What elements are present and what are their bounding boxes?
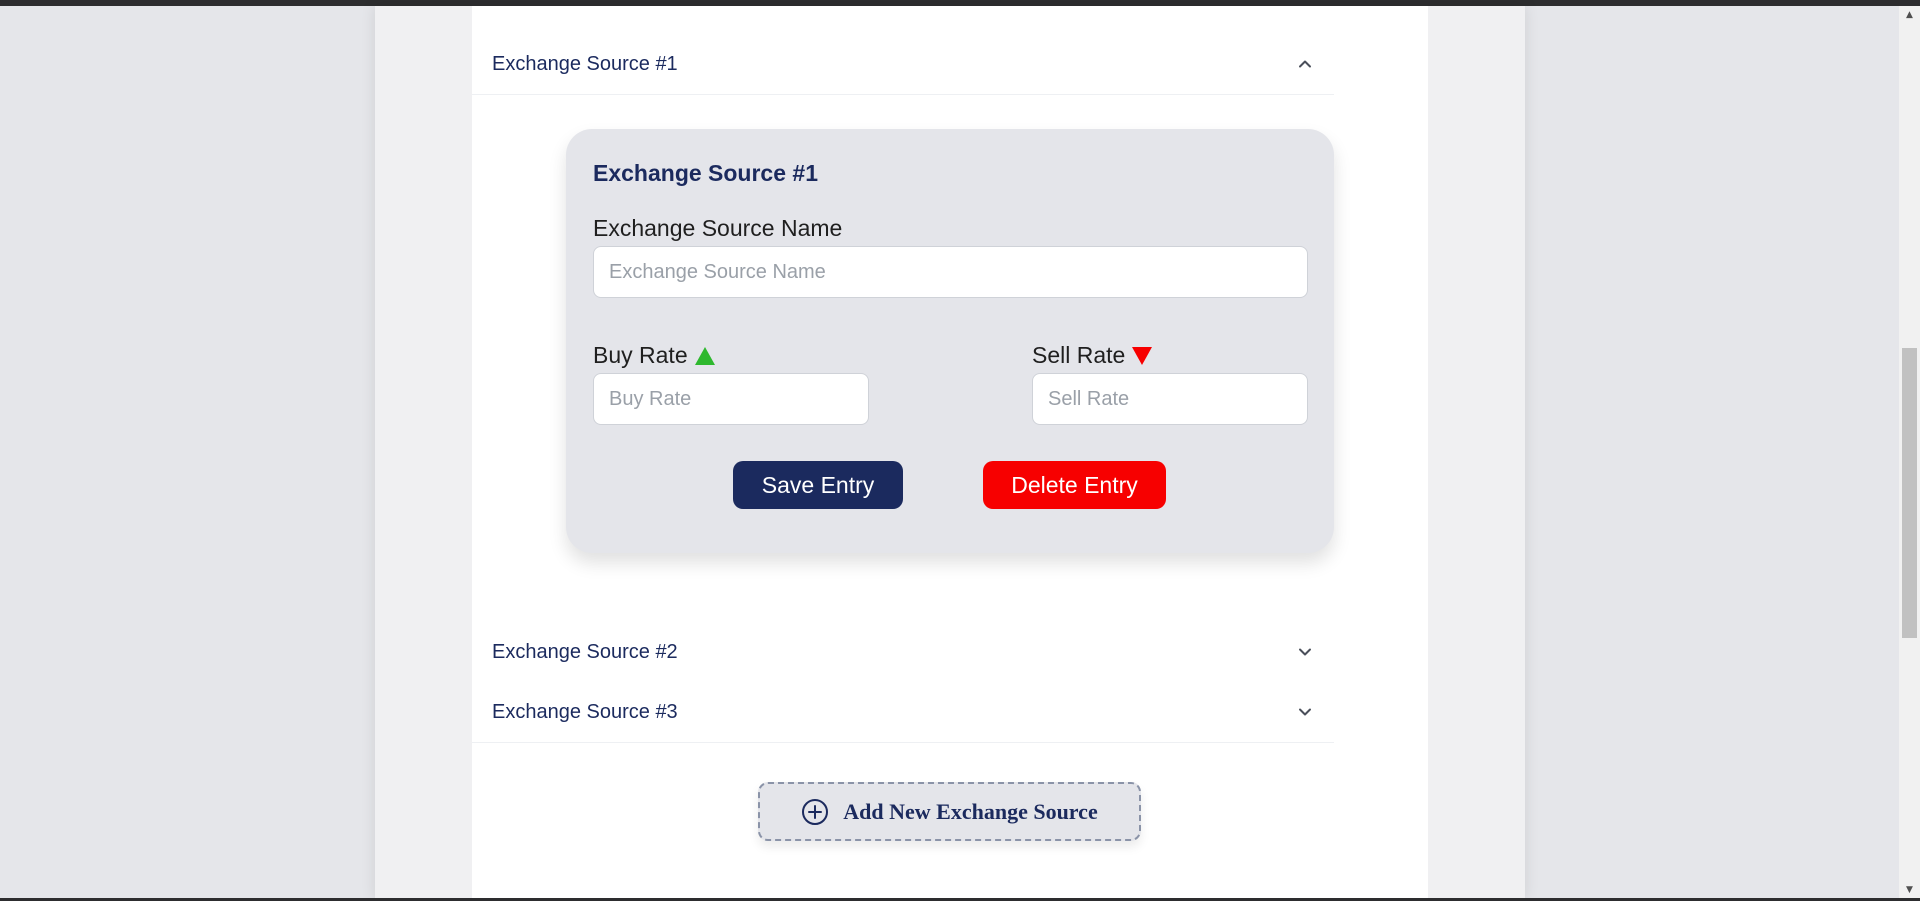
accordion-header-source-3[interactable]: Exchange Source #3 — [472, 682, 1334, 742]
sell-rate-input[interactable] — [1032, 373, 1308, 425]
add-new-exchange-source-button[interactable]: Add New Exchange Source — [758, 782, 1141, 841]
source-name-label: Exchange Source Name — [593, 215, 843, 241]
accordion-label: Exchange Source #3 — [492, 700, 678, 723]
chevron-down-icon[interactable] — [1296, 643, 1314, 661]
chevron-up-icon[interactable] — [1296, 55, 1314, 73]
delete-entry-button[interactable]: Delete Entry — [983, 461, 1166, 509]
save-entry-button[interactable]: Save Entry — [733, 461, 903, 509]
buy-rate-input[interactable] — [593, 373, 869, 425]
add-button-label: Add New Exchange Source — [843, 798, 1098, 824]
form-title: Exchange Source #1 — [593, 160, 818, 186]
exchange-source-form-card: Exchange Source #1 Exchange Source Name … — [566, 129, 1334, 553]
accordion-header-source-2[interactable]: Exchange Source #2 — [472, 622, 1334, 682]
chevron-down-icon[interactable] — [1296, 703, 1314, 721]
scrollbar[interactable]: ▲ ▼ — [1899, 6, 1920, 898]
accordion-divider — [472, 742, 1334, 743]
plus-circle-icon — [802, 798, 829, 825]
scrollbar-thumb[interactable] — [1902, 348, 1917, 638]
buy-rate-label: Buy Rate — [593, 342, 716, 369]
sell-rate-label: Sell Rate — [1032, 342, 1153, 369]
accordion-header-source-1[interactable]: Exchange Source #1 — [472, 34, 1334, 94]
accordion-label: Exchange Source #2 — [492, 640, 678, 663]
scroll-down-arrow-icon[interactable]: ▼ — [1899, 881, 1920, 898]
scroll-up-arrow-icon[interactable]: ▲ — [1899, 6, 1920, 23]
accordion-divider — [472, 94, 1334, 95]
triangle-up-icon — [694, 346, 715, 365]
source-name-input[interactable] — [593, 246, 1308, 298]
accordion-label: Exchange Source #1 — [492, 52, 678, 75]
triangle-down-icon — [1132, 346, 1153, 365]
